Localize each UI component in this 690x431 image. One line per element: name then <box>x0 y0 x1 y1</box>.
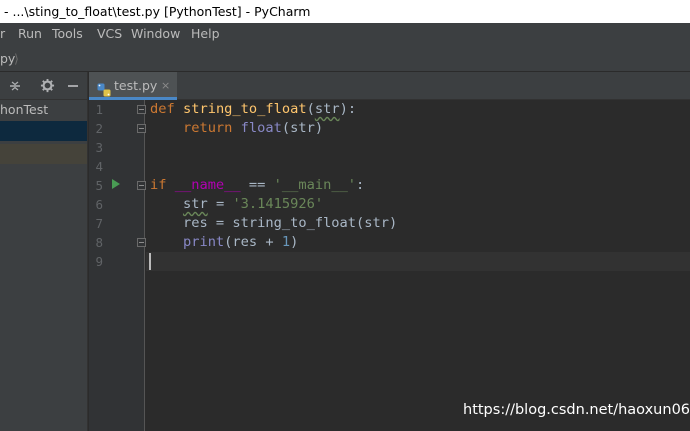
line-number: 8 <box>95 235 103 250</box>
line-number: 2 <box>95 121 103 136</box>
text-caret <box>149 253 151 270</box>
breadcrumb-separator: ⟩ <box>14 51 19 66</box>
code-line-5: if __name__ == '__main__': <box>150 177 365 193</box>
project-root-label[interactable]: honTest <box>0 102 48 117</box>
menu-item-help[interactable]: Help <box>191 23 220 45</box>
fold-toggle-icon[interactable] <box>137 181 146 190</box>
line-number: 5 <box>95 178 103 193</box>
gear-icon[interactable] <box>38 77 56 95</box>
line-number: 7 <box>95 216 103 231</box>
code-editor[interactable]: 1 2 3 4 5 6 7 8 9 def string_to_float(st… <box>89 100 690 431</box>
tree-row[interactable] <box>0 144 87 164</box>
menu-item-window[interactable]: Window <box>131 23 180 45</box>
close-icon[interactable]: × <box>161 72 170 99</box>
editor-tabs: test.py × <box>89 72 690 100</box>
tab-label: test.py <box>114 78 158 93</box>
window-title: - ...\sting_to_float\test.py [PythonTest… <box>4 4 311 19</box>
line-number: 4 <box>95 159 103 174</box>
fold-toggle-icon[interactable] <box>137 238 146 247</box>
line-number: 1 <box>95 102 103 117</box>
tree-row-selected[interactable] <box>0 121 87 141</box>
run-icon[interactable] <box>112 179 120 189</box>
line-number: 6 <box>95 197 103 212</box>
code-line-2: return float(str) <box>182 120 324 136</box>
project-toolbar <box>0 72 87 100</box>
code-line-1: def string_to_float(str): <box>150 101 357 117</box>
window-title-bar: - ...\sting_to_float\test.py [PythonTest… <box>0 0 690 23</box>
minimize-icon[interactable] <box>64 77 82 95</box>
line-number: 9 <box>95 254 103 269</box>
menu-item-refactor[interactable]: r <box>0 23 5 45</box>
python-file-icon <box>97 79 111 97</box>
menu-item-tools[interactable]: Tools <box>52 23 83 45</box>
line-number: 3 <box>95 140 103 155</box>
editor-gutter: 1 2 3 4 5 6 7 8 9 <box>89 100 146 431</box>
tab-test-py[interactable]: test.py × <box>89 72 177 100</box>
code-line-8: print(res + 1) <box>182 234 299 250</box>
fold-toggle-icon[interactable] <box>137 124 146 133</box>
code-line-7: res = string_to_float(str) <box>182 215 398 231</box>
project-panel: honTest <box>0 72 88 431</box>
navigation-bar: py ⟩ <box>0 45 690 72</box>
fold-toggle-icon[interactable] <box>137 105 146 114</box>
code-content: def string_to_float(str): return float(s… <box>150 100 397 252</box>
menu-item-vcs[interactable]: VCS <box>97 23 122 45</box>
current-line-highlight <box>146 252 690 271</box>
code-line-6: str = '3.1415926' <box>182 196 324 212</box>
menu-item-run[interactable]: Run <box>18 23 42 45</box>
split-icon[interactable] <box>6 77 24 95</box>
watermark: https://blog.csdn.net/haoxun06 <box>463 402 690 418</box>
menu-bar: r Run Tools VCS Window Help <box>0 23 690 45</box>
